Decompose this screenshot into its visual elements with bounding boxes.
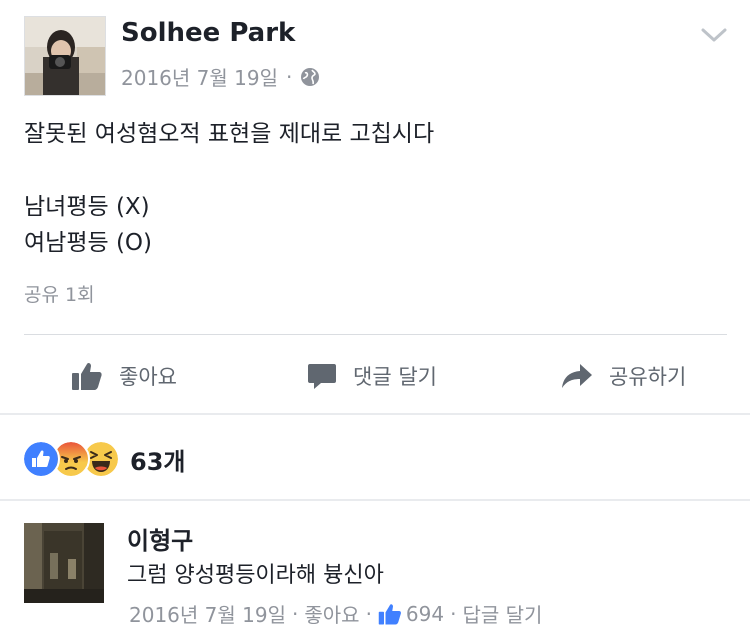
post-author-avatar[interactable] [24,16,106,96]
share-arrow-icon [562,364,592,388]
share-button[interactable]: 공유하기 [561,357,686,395]
comment-bubble-icon [308,364,336,389]
meta-separator: · [365,601,372,626]
comment-like-count[interactable]: 694 [406,602,444,626]
post-date[interactable]: 2016년 7월 19일 [121,62,278,91]
comment-label: 댓글 달기 [353,365,437,389]
comment-meta: 2016년 7월 19일 · 좋아요 · 694 · 답글 달기 [129,599,542,628]
like-reaction-icon [22,440,60,478]
comment-author-avatar[interactable] [24,523,104,603]
reaction-count: 63개 [130,447,186,476]
divider [24,334,727,335]
comment-date[interactable]: 2016년 7월 19일 [129,599,286,628]
comment-author-name[interactable]: 이형구 [127,521,193,556]
share-count[interactable]: 공유 1회 [24,280,95,307]
reactions-summary[interactable]: 63개 [22,440,186,478]
post-text-line: 여남평등 (O) [24,230,153,256]
like-label: 좋아요 [119,365,177,389]
post-text-line: 잘못된 여성혐오적 표현을 제대로 고칩시다 [24,121,435,147]
section-separator [0,413,750,415]
thumbs-up-icon [72,362,102,390]
meta-separator: · [450,601,457,626]
thumbs-up-icon[interactable] [378,602,402,626]
post-author-name[interactable]: Solhee Park [121,18,295,48]
comment-avatar-photo [24,523,104,603]
meta-separator: · [292,601,299,626]
comment-reply-button[interactable]: 답글 달기 [462,599,542,628]
comment-button[interactable]: 댓글 달기 [307,357,437,395]
meta-separator: · [286,64,293,89]
avatar-photo [25,17,105,95]
section-separator [0,499,750,501]
like-button[interactable]: 좋아요 [71,357,177,395]
post-meta: 2016년 7월 19일 · [121,62,320,91]
share-label: 공유하기 [609,365,687,389]
post-text-line: 남녀평등 (X) [24,194,150,220]
comment-like-button[interactable]: 좋아요 [304,599,359,628]
globe-icon[interactable] [300,67,320,87]
chevron-down-icon[interactable] [699,22,729,48]
comment-text: 그럼 양성평등이라해 븅신아 [127,563,384,588]
